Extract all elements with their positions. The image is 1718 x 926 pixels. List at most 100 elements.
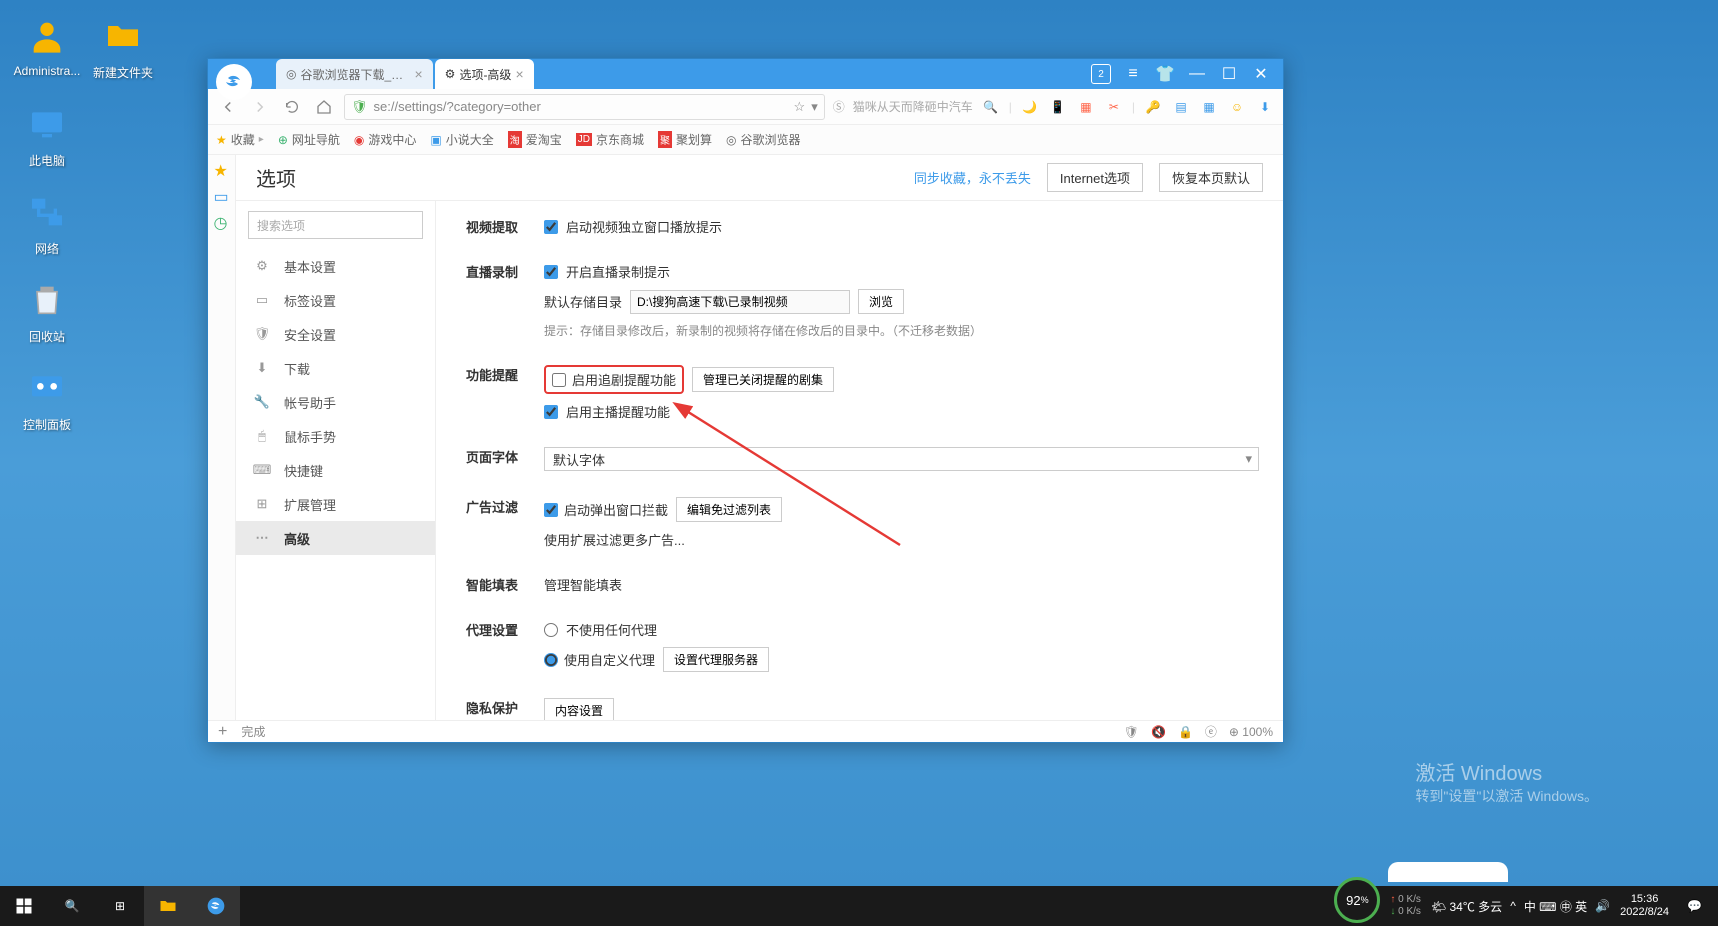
sidebar-item-account[interactable]: 🔧帐号助手 <box>236 385 435 419</box>
clock[interactable]: 15:36 2022/8/24 <box>1620 893 1669 919</box>
bookmark-jd[interactable]: JD京东商城 <box>576 131 644 148</box>
search-icon[interactable]: 🔍 <box>981 97 1001 117</box>
shield-icon: 🛡 <box>254 326 270 342</box>
shield-icon[interactable]: 🛡 <box>1124 725 1139 739</box>
checkbox-drama-reminder[interactable]: 启用追剧提醒功能 <box>552 370 676 389</box>
content-settings-button[interactable]: 内容设置 <box>544 698 614 720</box>
tray-volume-icon[interactable]: 🔊 <box>1595 899 1610 913</box>
manage-closed-reminders-button[interactable]: 管理已关闭提醒的剧集 <box>692 367 834 392</box>
skin-icon[interactable]: 👕 <box>1155 64 1175 84</box>
net-icon[interactable]: ▦ <box>1076 97 1096 117</box>
lock-icon[interactable]: 🔒 <box>1178 725 1193 739</box>
desktop-icon-admin[interactable]: Administra... <box>12 12 82 78</box>
bookmark-favorites[interactable]: ★收藏▸ <box>216 131 264 148</box>
battery-meter[interactable]: 92% <box>1334 877 1380 923</box>
moon-icon[interactable]: 🌙 <box>1020 97 1040 117</box>
explorer-button[interactable] <box>144 886 192 926</box>
desktop-icon-network[interactable]: 网络 <box>12 188 82 257</box>
sidebar-item-advanced[interactable]: ⋯高级 <box>236 521 435 555</box>
taskview-button[interactable]: ⊞ <box>96 886 144 926</box>
search-placeholder[interactable]: 猫咪从天而降砸中汽车 <box>853 98 973 115</box>
dropdown-icon[interactable]: ▾ <box>811 99 818 115</box>
notifications-icon[interactable]: 💬 <box>1679 899 1710 913</box>
desktop-icon-recycle[interactable]: 回收站 <box>12 276 82 345</box>
sidebar-item-extensions[interactable]: ⊞扩展管理 <box>236 487 435 521</box>
history-icon[interactable]: ◷ <box>214 213 230 229</box>
edit-whitelist-button[interactable]: 编辑免过滤列表 <box>676 497 782 522</box>
tab-close-icon[interactable]: × <box>515 66 523 82</box>
browse-button[interactable]: 浏览 <box>858 289 904 314</box>
mute-icon[interactable]: 🔇 <box>1151 725 1166 739</box>
download-icon[interactable]: ⬇ <box>1255 97 1275 117</box>
desktop-icon-control[interactable]: 控制面板 <box>12 364 82 433</box>
start-button[interactable] <box>0 886 48 926</box>
network-meter[interactable]: ↑ 0 K/s ↓ 0 K/s <box>1390 894 1421 918</box>
maximize-icon[interactable]: ☐ <box>1219 64 1239 84</box>
font-select[interactable]: 默认字体 <box>544 447 1259 471</box>
more-adblock-link[interactable]: 使用扩展过滤更多广告... <box>544 530 1259 549</box>
popup-banner[interactable] <box>1388 862 1508 882</box>
bookmark-nav[interactable]: ⊕网址导航 <box>278 131 340 148</box>
account-badge-icon[interactable]: 2 <box>1091 64 1111 84</box>
record-path-input[interactable] <box>630 290 850 314</box>
checkbox-popup-block[interactable]: 启动弹出窗口拦截 <box>544 500 668 519</box>
phone-icon[interactable]: 📱 <box>1048 97 1068 117</box>
translate-icon[interactable]: ▤ <box>1171 97 1191 117</box>
key-icon[interactable]: 🔑 <box>1143 97 1163 117</box>
sync-link[interactable]: 同步收藏，永不丢失 <box>914 168 1031 187</box>
sogou-browser-button[interactable] <box>192 886 240 926</box>
add-tab-icon[interactable]: + <box>218 723 227 741</box>
search-input[interactable]: 搜索选项 <box>248 211 423 239</box>
status-text: 完成 <box>241 723 265 740</box>
sidebar-item-download[interactable]: ⬇下载 <box>236 351 435 385</box>
zoom-indicator[interactable]: ⊕ 100% <box>1229 725 1273 739</box>
tray-ime[interactable]: 中 ⌨ ㊥ 英 <box>1524 898 1587 915</box>
sidebar-item-gestures[interactable]: 🖱鼠标手势 <box>236 419 435 453</box>
face-icon[interactable]: ☺ <box>1227 97 1247 117</box>
page-title: 选项 <box>256 163 456 192</box>
star-icon[interactable]: ☆ <box>794 99 806 115</box>
bookmark-juhuasuan[interactable]: 聚聚划算 <box>658 131 712 148</box>
desktop-label: 此电脑 <box>29 154 65 168</box>
scissors-icon[interactable]: ✂ <box>1104 97 1124 117</box>
bookmark-taobao[interactable]: 淘爱淘宝 <box>508 131 562 148</box>
sidebar-item-security[interactable]: 🛡安全设置 <box>236 317 435 351</box>
bookmark-chrome[interactable]: ◎谷歌浏览器 <box>726 131 801 148</box>
checkbox-video-popup[interactable]: 启动视频独立窗口播放提示 <box>544 217 1259 236</box>
checkbox-streamer-reminder[interactable]: 启用主播提醒功能 <box>544 402 1259 421</box>
tab-close-icon[interactable]: × <box>414 66 422 82</box>
desktop-icon-folder[interactable]: 新建文件夹 <box>88 12 158 81</box>
grid-icon[interactable]: ▦ <box>1199 97 1219 117</box>
bookmark-games[interactable]: ◉游戏中心 <box>354 131 417 148</box>
settings-content[interactable]: 视频提取 启动视频独立窗口播放提示 直播录制 开启直播录制提示 默认存储目录 <box>436 201 1283 720</box>
tray-chevron-icon[interactable]: ^ <box>1510 899 1516 913</box>
internet-options-button[interactable]: Internet选项 <box>1047 163 1143 192</box>
sidebar-item-shortcuts[interactable]: ⌨快捷键 <box>236 453 435 487</box>
minimize-icon[interactable]: — <box>1187 64 1207 84</box>
browser-tabs: ◎ 谷歌浏览器下载_浏览器 × ⚙ 选项-高级 × <box>276 59 1079 89</box>
checkbox-live-record[interactable]: 开启直播录制提示 <box>544 262 1259 281</box>
star-icon[interactable]: ★ <box>214 161 230 177</box>
tab-settings-advanced[interactable]: ⚙ 选项-高级 × <box>435 59 534 89</box>
restore-defaults-button[interactable]: 恢复本页默认 <box>1159 163 1263 192</box>
ie-mode-icon[interactable]: ⓔ <box>1205 723 1217 740</box>
home-button[interactable] <box>312 95 336 119</box>
radio-custom-proxy[interactable]: 使用自定义代理 <box>544 650 655 669</box>
menu-icon[interactable]: ≡ <box>1123 64 1143 84</box>
tray-weather[interactable]: 🌤 34℃ 多云 <box>1431 898 1502 915</box>
address-bar[interactable]: 🛡 se://settings/?category=other ☆ ▾ <box>344 94 825 120</box>
search-engine-icon[interactable]: Ⓢ <box>833 98 845 115</box>
bookmark-novels[interactable]: ▣小说大全 <box>430 131 493 148</box>
desktop-icon-pc[interactable]: 此电脑 <box>12 100 82 169</box>
set-proxy-button[interactable]: 设置代理服务器 <box>663 647 769 672</box>
close-icon[interactable]: ✕ <box>1251 64 1271 84</box>
radio-no-proxy[interactable]: 不使用任何代理 <box>544 620 1259 639</box>
tab-chrome-download[interactable]: ◎ 谷歌浏览器下载_浏览器 × <box>276 59 433 89</box>
forward-button[interactable] <box>248 95 272 119</box>
sidebar-item-basic[interactable]: ⚙基本设置 <box>236 249 435 283</box>
monitor-icon[interactable]: ▭ <box>214 187 230 203</box>
manage-smartfill-link[interactable]: 管理智能填表 <box>544 575 1259 594</box>
reload-button[interactable] <box>280 95 304 119</box>
search-button[interactable]: 🔍 <box>48 886 96 926</box>
sidebar-item-tabs[interactable]: ▭标签设置 <box>236 283 435 317</box>
